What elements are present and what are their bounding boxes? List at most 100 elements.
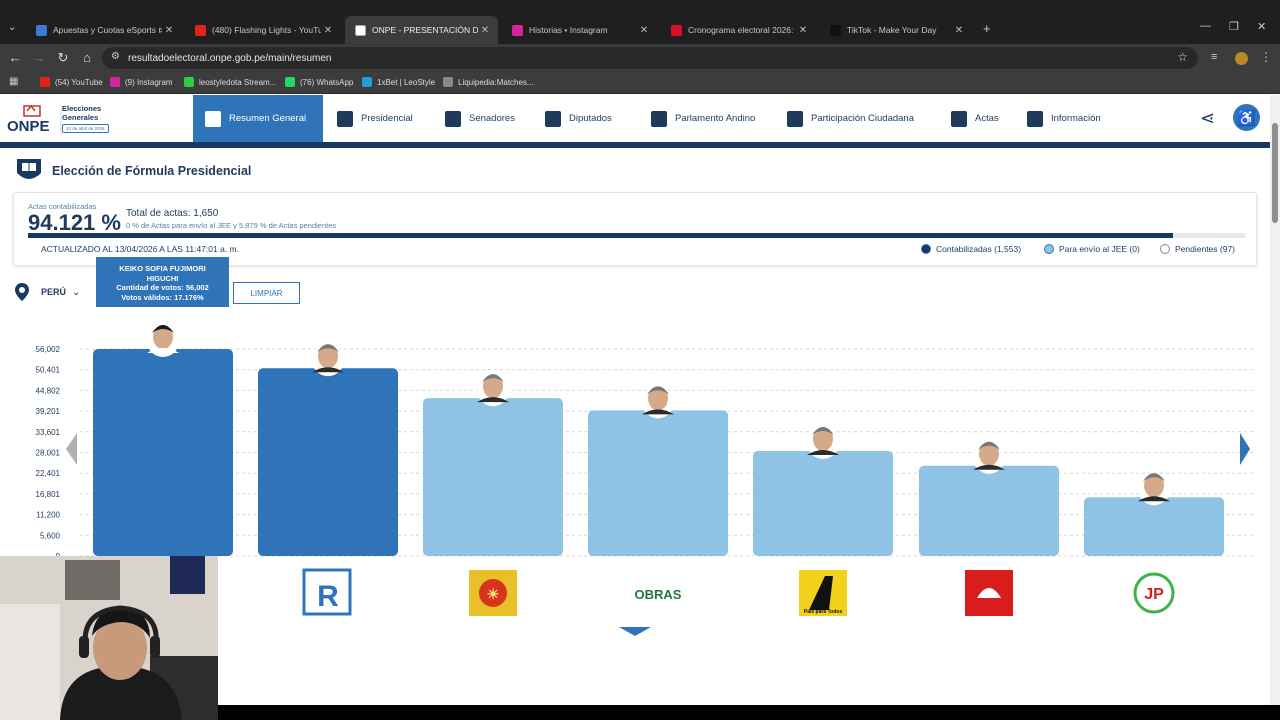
legend-dot: [921, 244, 931, 254]
accessibility-button[interactable]: ♿: [1233, 104, 1260, 131]
candidate-photo: [477, 374, 509, 407]
nav-item-label: Participación Ciudadana: [811, 113, 914, 124]
tab-title: ONPE - PRESENTACIÓN DE RE: [372, 25, 478, 35]
party-logo-icon[interactable]: [965, 570, 1013, 616]
extensions-icon[interactable]: ≡: [1211, 51, 1217, 63]
bookmark-item[interactable]: leostyledota Stream...: [184, 77, 276, 87]
nav-item[interactable]: Participación Ciudadana: [773, 95, 937, 142]
nav-item[interactable]: Presidencial: [323, 95, 431, 142]
tab-close-icon[interactable]: ✕: [321, 25, 335, 36]
party-logo-icon[interactable]: País para Todos: [799, 570, 847, 616]
bookmark-item[interactable]: (76) WhatsApp: [285, 77, 353, 87]
browser-tab[interactable]: Apuestas y Cuotas eSports ⊳ A ✕: [26, 17, 182, 43]
location-filter[interactable]: PERÚ ⌄: [15, 282, 80, 302]
location-select[interactable]: PERÚ: [41, 287, 66, 297]
chevron-down-icon[interactable]: ⌄: [72, 287, 80, 298]
back-icon[interactable]: ←: [7, 50, 23, 65]
location-pin-icon: [15, 283, 29, 301]
tab-close-icon[interactable]: ✕: [796, 25, 810, 36]
bookmark-item[interactable]: Liquipedia:Matches...: [443, 77, 534, 87]
url-text: resultadoelectoral.onpe.gob.pe/main/resu…: [128, 52, 332, 64]
bookmark-label: (9) Instagram: [125, 77, 173, 87]
apps-icon[interactable]: ▦: [9, 76, 18, 87]
y-tick-label: 44,802: [36, 386, 61, 395]
bookmark-item[interactable]: 1xBet | LeoStyle: [362, 77, 435, 87]
logo-line2: Generales: [62, 113, 99, 122]
party-logo-icon[interactable]: ☀: [469, 570, 517, 616]
tooltip-name-line1: KEIKO SOFIA FUJIMORI: [119, 264, 206, 273]
bookmark-star-icon[interactable]: ☆: [1177, 50, 1188, 64]
browser-tab[interactable]: Historias • Instagram ✕: [502, 17, 657, 43]
minimize-icon[interactable]: —: [1200, 20, 1211, 32]
browser-tab[interactable]: ONPE - PRESENTACIÓN DE RE✕: [345, 16, 498, 44]
chart-next-arrow[interactable]: [1240, 433, 1250, 465]
close-window-icon[interactable]: ✕: [1257, 20, 1266, 33]
vote-bar[interactable]: [753, 451, 893, 556]
expand-down-arrow[interactable]: [619, 627, 651, 636]
candidate-photo: [147, 325, 179, 357]
candidate-photo: [1138, 473, 1170, 506]
y-tick-label: 16,801: [36, 490, 61, 499]
nav-item-label: Información: [1051, 113, 1101, 124]
profile-avatar[interactable]: [1235, 52, 1248, 65]
bookmark-favicon-icon: [443, 77, 453, 87]
legend-item: Contabilizadas (1,553): [921, 244, 1021, 254]
onpe-logo[interactable]: ONPE Elecciones Generales 12 de abril de…: [7, 103, 117, 137]
page-title: Elección de Fórmula Presidencial: [52, 164, 252, 178]
vote-bar[interactable]: [258, 368, 398, 556]
site-info-icon[interactable]: ⚙: [111, 51, 120, 62]
vote-bar[interactable]: [423, 398, 563, 556]
tab-title: Historias • Instagram: [529, 25, 608, 35]
share-icon[interactable]: ⋖: [1200, 108, 1215, 129]
browser-tab[interactable]: (480) Flashing Lights - YouTube ✕: [185, 17, 341, 43]
browser-tab[interactable]: Cronograma electoral 2026: fec ✕: [661, 17, 816, 43]
y-tick-label: 22,401: [36, 469, 61, 478]
tab-close-icon[interactable]: ✕: [952, 25, 966, 36]
bookmark-item[interactable]: (54) YouTube: [40, 77, 103, 87]
vote-bar[interactable]: [588, 410, 728, 556]
y-tick-label: 50,401: [36, 366, 61, 375]
party-logo-icon[interactable]: OBRAS: [635, 587, 682, 602]
y-tick-label: 56,002: [36, 345, 61, 354]
checklist-icon: [951, 110, 967, 127]
nav-item[interactable]: Resumen General: [193, 95, 323, 142]
y-tick-label: 33,601: [36, 428, 61, 437]
url-bar[interactable]: ⚙ resultadoelectoral.onpe.gob.pe/main/re…: [102, 47, 1198, 69]
youtube-icon: [195, 24, 206, 36]
new-tab-button[interactable]: +: [983, 21, 991, 36]
nav-item[interactable]: Información: [1013, 95, 1123, 142]
party-logo-icon[interactable]: JP: [1133, 572, 1175, 614]
browser-tab[interactable]: TikTok - Make Your Day ✕: [820, 17, 972, 43]
party-logo-icon[interactable]: R: [302, 568, 352, 616]
tab-close-icon[interactable]: ✕: [478, 25, 492, 36]
vote-bar[interactable]: [93, 349, 233, 556]
tab-close-icon[interactable]: ✕: [162, 25, 176, 36]
reload-icon[interactable]: ↻: [55, 50, 71, 66]
home-icon[interactable]: ⌂: [79, 50, 95, 65]
nav-item[interactable]: Diputados: [531, 95, 637, 142]
chart-prev-arrow[interactable]: [66, 433, 77, 465]
vote-bar[interactable]: [919, 465, 1059, 556]
forward-icon[interactable]: →: [31, 50, 47, 65]
bookmark-label: Liquipedia:Matches...: [458, 77, 534, 87]
nav-item[interactable]: Senadores: [431, 95, 531, 142]
peru-crest-icon: [17, 159, 41, 179]
page-scrollbar[interactable]: [1270, 95, 1280, 705]
clear-filter-button[interactable]: LIMPIAR: [233, 282, 300, 304]
tab-search-icon[interactable]: ⌄: [8, 22, 16, 33]
candidate-photo: [807, 427, 839, 460]
nav-underline: [0, 142, 1270, 148]
legend-label: Pendientes (97): [1175, 244, 1236, 254]
vote-bar[interactable]: [1084, 497, 1224, 556]
menu-icon[interactable]: ⋮: [1260, 50, 1272, 64]
scrollbar-thumb[interactable]: [1272, 123, 1278, 223]
video-letterbox: [218, 705, 1280, 720]
legend-label: Para envío al JEE (0): [1059, 244, 1140, 254]
logo-brand: ONPE: [7, 118, 50, 135]
tab-close-icon[interactable]: ✕: [637, 25, 651, 36]
restore-icon[interactable]: ❐: [1229, 20, 1239, 33]
crest-icon: [337, 110, 353, 127]
bookmark-item[interactable]: (9) Instagram: [110, 77, 173, 87]
nav-item[interactable]: Actas: [937, 95, 1013, 142]
nav-item[interactable]: Parlamento Andino: [637, 95, 773, 142]
